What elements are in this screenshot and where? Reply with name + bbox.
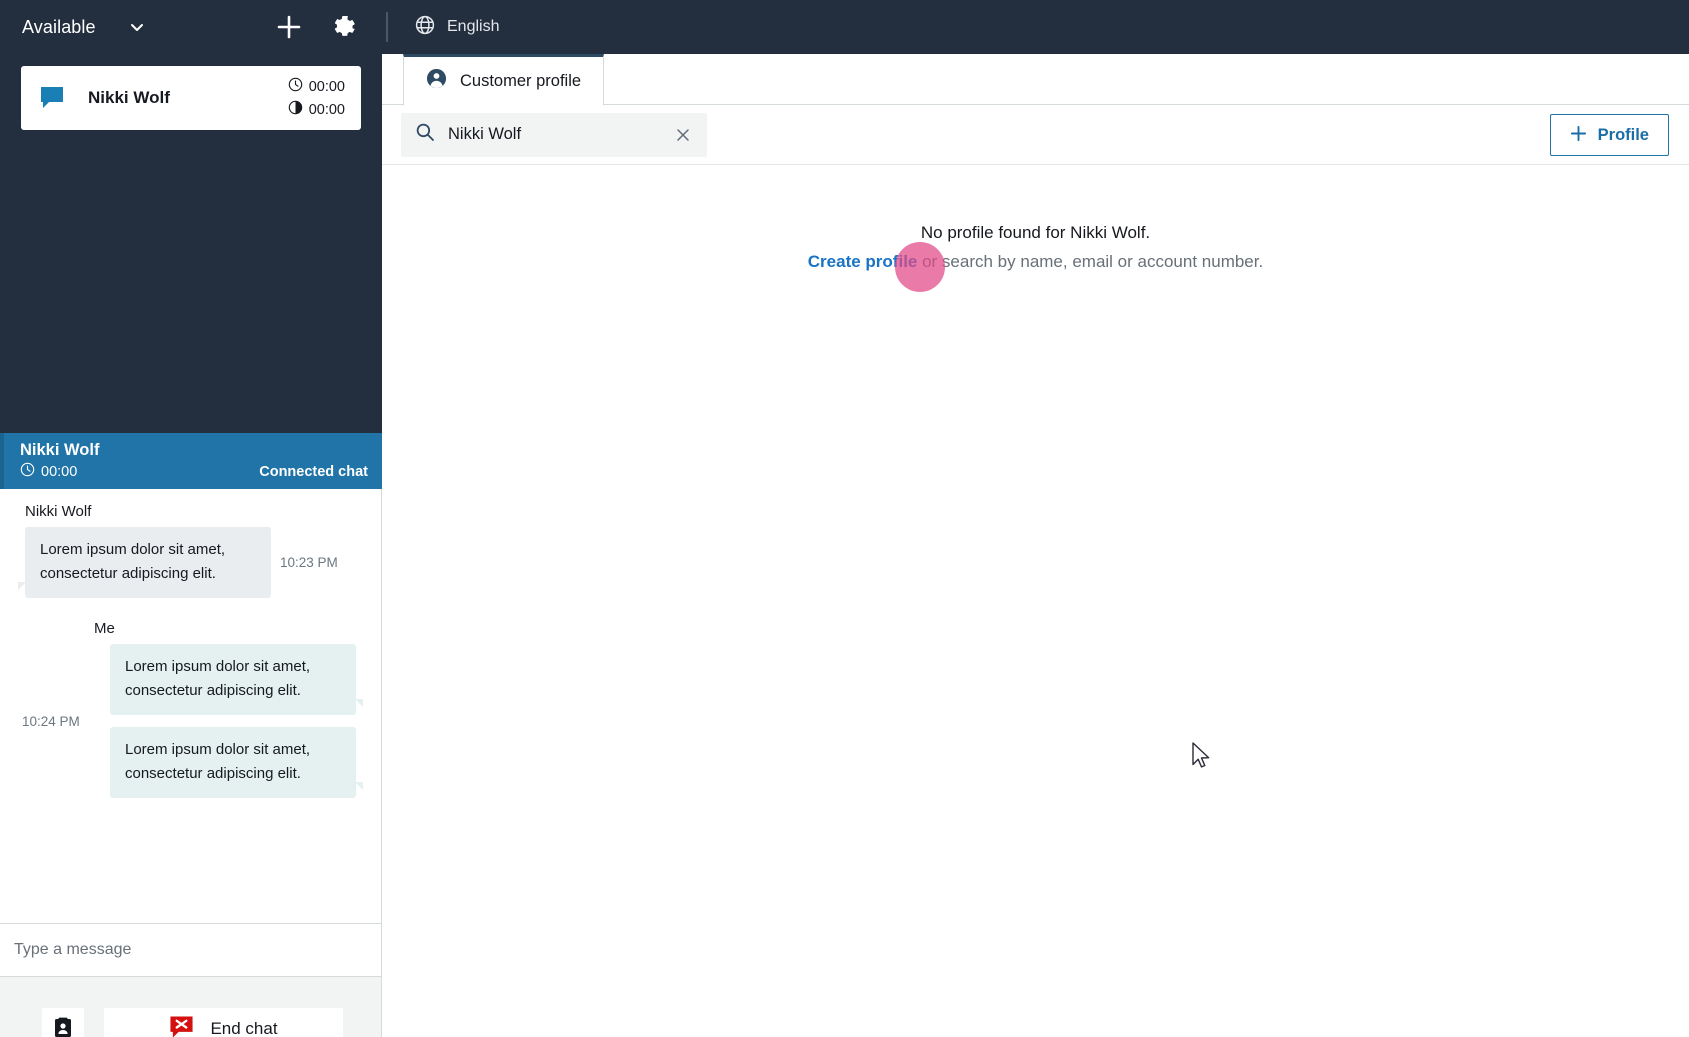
empty-state-rest: or search by name, email or account numb… [917, 252, 1264, 271]
end-chat-label: End chat [210, 1019, 278, 1037]
user-circle-icon [426, 68, 447, 94]
chat-header-contact-name: Nikki Wolf [20, 441, 100, 459]
agent-status-dropdown[interactable]: Available [0, 0, 168, 54]
contact-timers: 00:00 00:00 [288, 77, 345, 120]
search-icon [415, 122, 435, 147]
message-group-outgoing: Me 10:24 PM Lorem ipsum dolor sit amet, … [0, 620, 381, 798]
contact-timer-row: 00:00 [288, 77, 345, 97]
tab-label: Customer profile [460, 71, 582, 90]
contact-card-nikki-wolf[interactable]: Nikki Wolf 00:00 00:00 [21, 66, 361, 130]
empty-state-subtitle: Create profile or search by name, email … [382, 252, 1689, 272]
message-timestamp: 10:23 PM [280, 555, 338, 570]
contact-timer-row: 00:00 [288, 100, 345, 120]
gear-icon[interactable] [328, 10, 362, 44]
top-bar: Available English [0, 0, 1689, 54]
clock-icon [20, 462, 35, 482]
chat-header-meta: 00:00 Connected chat [20, 462, 368, 482]
chat-action-bar: End chat [0, 977, 382, 1037]
message-bubble-outgoing: Lorem ipsum dolor sit amet, consectetur … [110, 644, 363, 715]
chat-connection-state: Connected chat [259, 464, 368, 480]
top-bar-divider [386, 12, 388, 42]
contact-card-icon [52, 1017, 74, 1037]
language-selector[interactable]: English [414, 14, 499, 41]
top-bar-actions [272, 10, 362, 44]
message-row: Lorem ipsum dolor sit amet, consectetur … [12, 527, 369, 598]
tab-customer-profile[interactable]: Customer profile [403, 54, 605, 106]
chat-header-timer: 00:00 [20, 462, 77, 482]
outgoing-bubble-stack: Lorem ipsum dolor sit amet, consectetur … [89, 644, 369, 798]
message-composer[interactable] [0, 923, 382, 977]
main-panel: Customer profile Profile No profil [382, 54, 1689, 1037]
search-field[interactable] [401, 112, 707, 157]
chevron-down-icon[interactable] [128, 18, 168, 36]
add-profile-label: Profile [1597, 125, 1649, 144]
message-bubble-outgoing: Lorem ipsum dolor sit amet, consectetur … [110, 727, 363, 798]
message-timestamp: 10:24 PM [22, 713, 80, 729]
chat-transcript[interactable]: Nikki Wolf Lorem ipsum dolor sit amet, c… [0, 489, 382, 923]
tab-strip: Customer profile [382, 54, 1689, 106]
plus-icon[interactable] [272, 10, 306, 44]
create-profile-link[interactable]: Create profile [808, 252, 918, 271]
globe-icon [414, 14, 436, 41]
contact-timer-value: 00:00 [308, 101, 345, 118]
half-moon-icon [288, 100, 303, 120]
message-group-incoming: Nikki Wolf Lorem ipsum dolor sit amet, c… [0, 503, 381, 598]
clock-icon [288, 77, 303, 97]
connected-chat-header: Nikki Wolf 00:00 Connected chat [0, 433, 382, 489]
plus-icon [1570, 125, 1587, 145]
end-chat-icon [169, 1015, 194, 1037]
profile-search-bar: Profile [382, 105, 1689, 165]
chat-header-timer-value: 00:00 [41, 464, 78, 480]
contact-name: Nikki Wolf [88, 88, 170, 107]
message-bubble-incoming: Lorem ipsum dolor sit amet, consectetur … [18, 527, 271, 598]
message-input[interactable] [14, 941, 367, 959]
empty-state: No profile found for Nikki Wolf. Create … [382, 223, 1689, 272]
search-input[interactable] [448, 125, 668, 144]
close-icon[interactable] [668, 120, 697, 150]
contact-control-panel: Nikki Wolf 00:00 00:00 Nikki Wolf 00:00 … [0, 54, 382, 1037]
message-author: Nikki Wolf [25, 503, 92, 520]
message-row: 10:24 PM Lorem ipsum dolor sit amet, con… [12, 644, 369, 798]
agent-status-label: Available [22, 16, 96, 37]
end-chat-button[interactable]: End chat [104, 1008, 343, 1037]
contact-timer-value: 00:00 [308, 78, 345, 95]
language-label: English [447, 18, 500, 35]
contact-list: Nikki Wolf 00:00 00:00 [0, 54, 382, 433]
message-author: Me [94, 620, 115, 637]
quick-connect-button[interactable] [42, 1008, 84, 1037]
empty-state-title: No profile found for Nikki Wolf. [920, 223, 1151, 242]
chat-bubble-icon [39, 85, 69, 111]
add-profile-button[interactable]: Profile [1549, 114, 1669, 156]
